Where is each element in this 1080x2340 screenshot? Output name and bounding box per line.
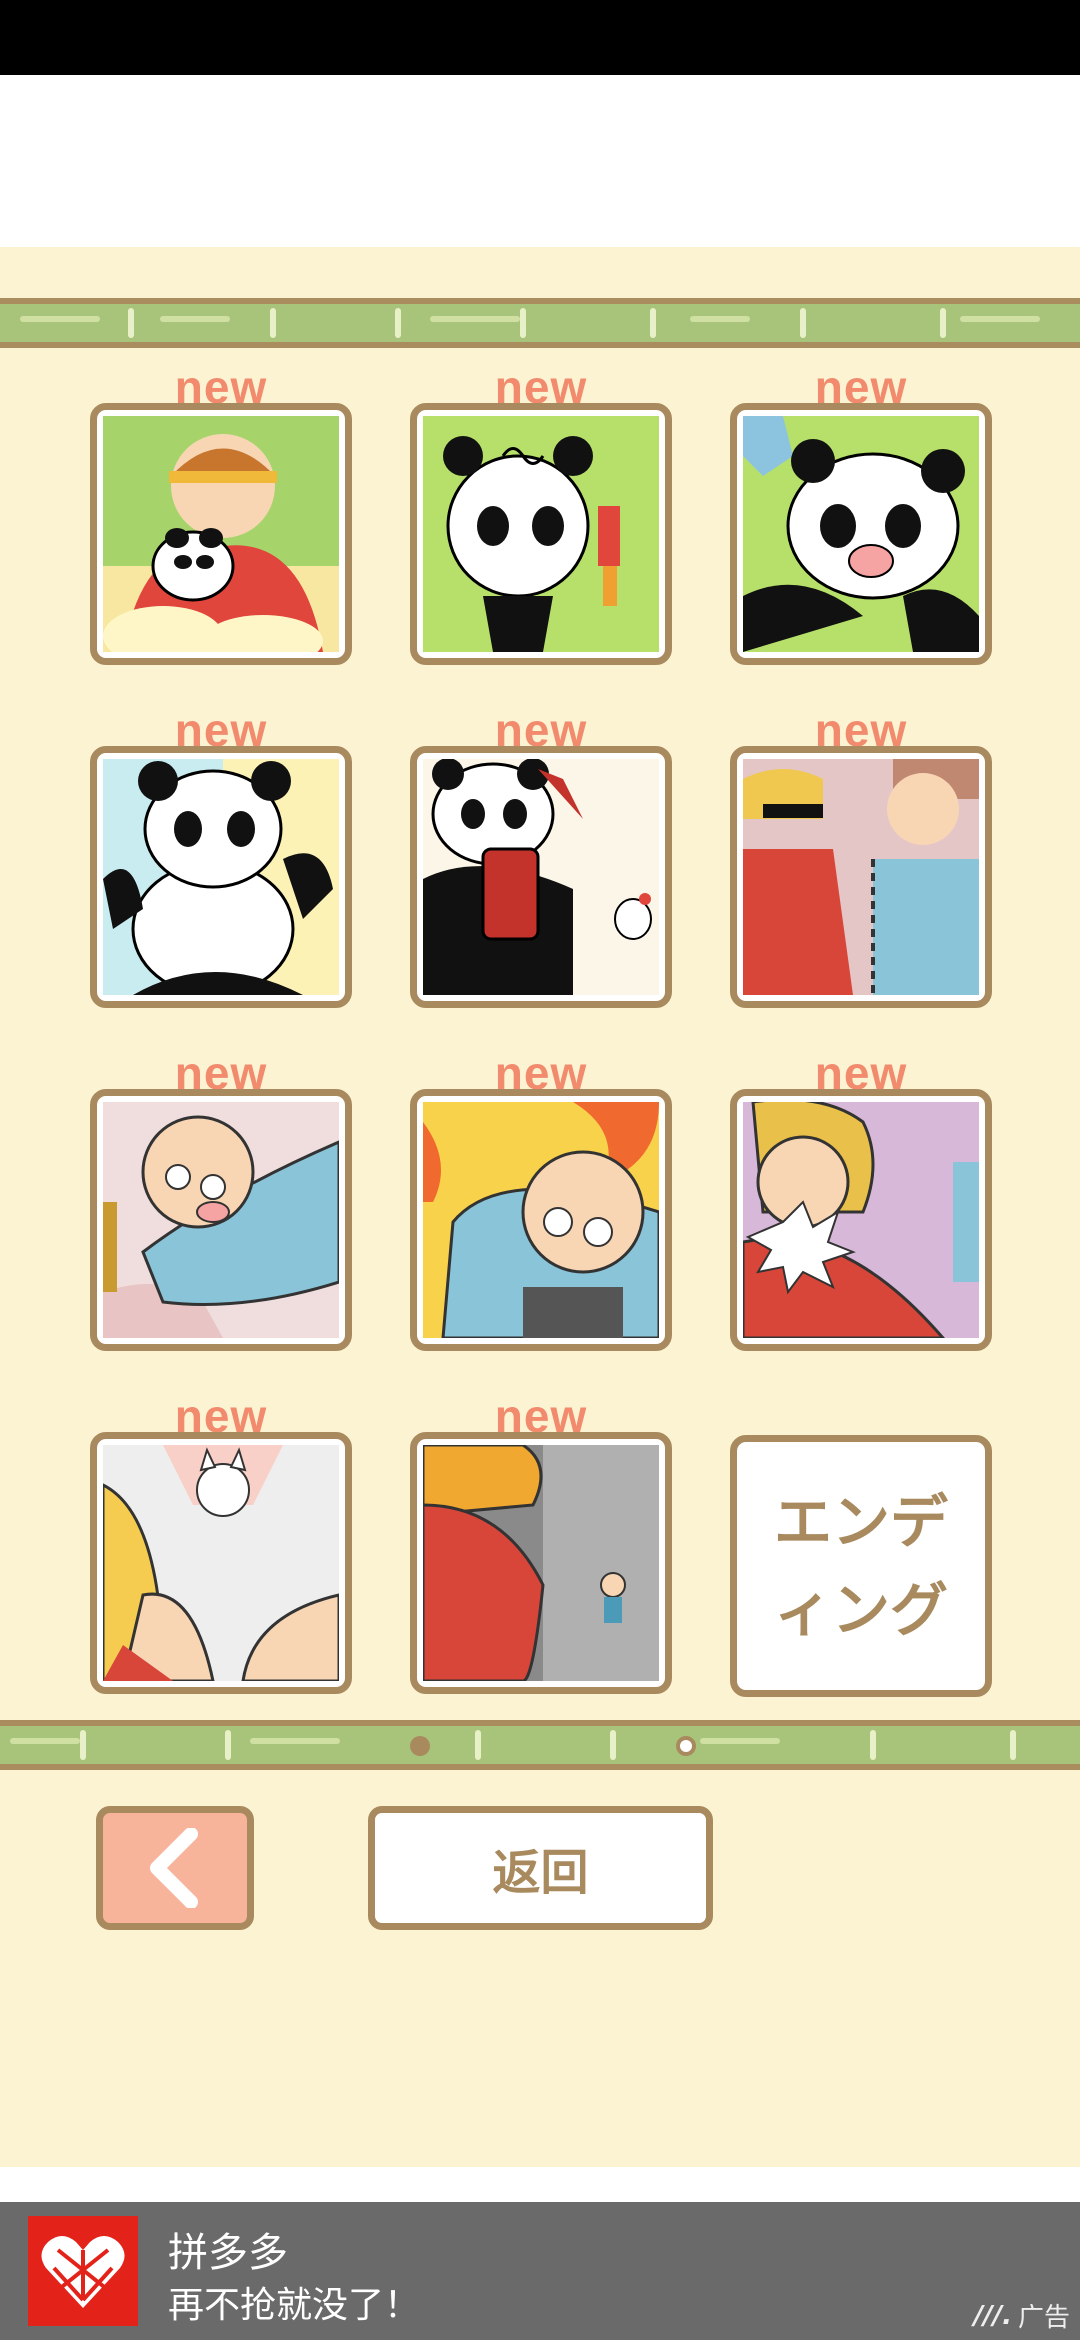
ending-label: エンデ ィング [773,1488,948,1644]
ad-network-icon: ///. [973,2300,1012,2331]
gallery-tile-9[interactable] [730,1089,992,1351]
gallery-tile-1[interactable] [90,403,352,665]
ad-spacer [0,2167,1080,2202]
ad-banner[interactable]: 拼多多 再不抢就没了！ ///. 广告 [0,2202,1080,2340]
gallery-tile-3[interactable] [730,403,992,665]
ad-subtitle: 再不抢就没了！ [168,2285,421,2326]
gallery-tile-5[interactable] [410,746,672,1008]
gallery-tile-10[interactable] [90,1432,352,1694]
gallery-tile-11[interactable] [410,1432,672,1694]
illustration-workers [743,759,979,995]
page-indicator-dot [676,1736,696,1756]
gallery-tile-6[interactable] [730,746,992,1008]
illustration-panda-oil-drum [423,759,659,995]
ending-tile[interactable]: エンデ ィング [730,1435,992,1697]
illustration-tiny-old-man [423,1445,659,1681]
bottom-bamboo-border [0,1720,1080,1770]
top-bamboo-border [0,298,1080,348]
illustration-dizzy-panda [423,416,659,652]
gallery-tile-2[interactable] [410,403,672,665]
gallery-tile-8[interactable] [410,1089,672,1351]
gallery-tile-7[interactable] [90,1089,352,1351]
gallery-tile-4[interactable] [90,746,352,1008]
illustration-angry-cat [103,1445,339,1681]
page-indicator-dot-active [410,1736,430,1756]
pinduoduo-logo-icon [28,2216,138,2326]
illustration-crying-panda [743,416,979,652]
status-bar [0,0,1080,75]
ad-title: 拼多多 [168,2230,288,2276]
illustration-shouting-worker [743,1102,979,1338]
illustration-knocked-out-man [103,1102,339,1338]
back-button[interactable]: 返回 [368,1806,713,1930]
previous-page-button[interactable] [96,1806,254,1930]
illustration-old-man-fire [423,1102,659,1338]
top-blank-area [0,75,1080,247]
illustration-happy-panda [103,759,339,995]
ad-tag: ///. 广告 [974,2297,1070,2334]
chevron-left-icon [150,1828,198,1908]
ad-tag-label: 广告 [1017,2303,1070,2333]
illustration-monkey-king-panda [103,416,339,652]
